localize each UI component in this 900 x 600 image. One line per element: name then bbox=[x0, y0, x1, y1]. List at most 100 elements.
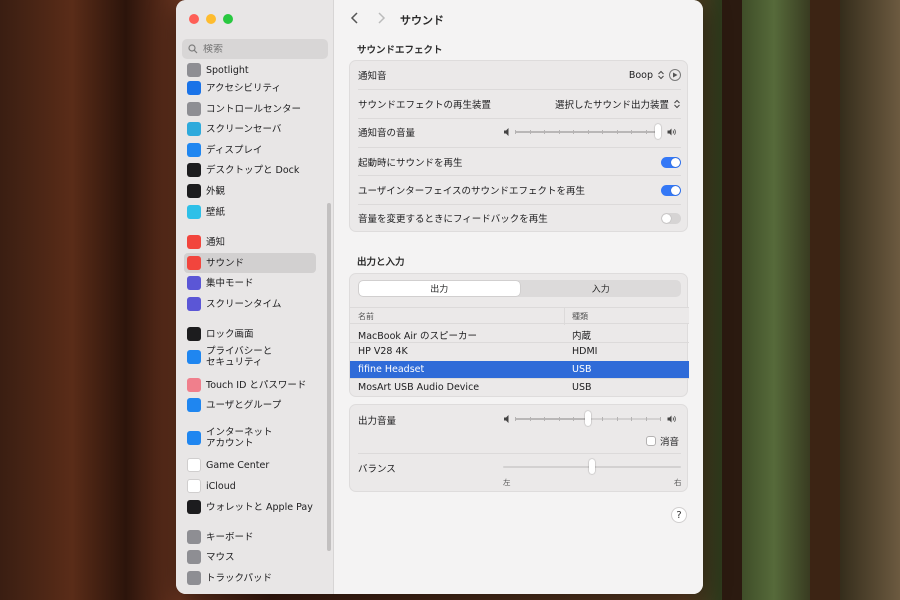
main-pane: サウンド サウンドエフェクト 通知音 Boop サウンドエフェクトの再生装置 選… bbox=[334, 0, 703, 594]
slider-thumb[interactable] bbox=[589, 459, 595, 474]
sidebar-item[interactable]: 集中モード bbox=[184, 273, 316, 293]
slider-fill bbox=[515, 418, 588, 420]
output-device-row: サウンドエフェクトの再生装置 選択したサウンド出力装置 bbox=[350, 90, 689, 118]
sidebar-item[interactable]: ユーザとグループ bbox=[184, 395, 316, 415]
desktop-dock-icon bbox=[187, 163, 201, 177]
device-table-header: 名前 種類 bbox=[350, 307, 689, 325]
sidebar-item-label: トラックパッド bbox=[206, 572, 273, 584]
sidebar-item-label: スクリーンセーバ bbox=[206, 123, 282, 135]
mute-label: 消音 bbox=[659, 437, 679, 448]
tab-output[interactable]: 出力 bbox=[359, 281, 520, 296]
sidebar-item-label: コントロールセンター bbox=[206, 103, 302, 115]
toolbar: サウンド bbox=[334, 0, 703, 36]
output-volume-label: 出力音量 bbox=[358, 416, 397, 427]
balance-label: バランス bbox=[358, 464, 396, 475]
slider-thumb[interactable] bbox=[585, 411, 591, 426]
play-button[interactable] bbox=[669, 69, 681, 81]
sidebar-item-label: アクセシビリティ bbox=[206, 82, 281, 94]
wallpaper-icon bbox=[187, 205, 201, 219]
device-name-cell: fifine Headset bbox=[358, 364, 425, 375]
sidebar-item[interactable]: ウォレットと Apple Pay bbox=[184, 497, 316, 517]
table-row[interactable]: fifine Headset USB bbox=[350, 361, 689, 378]
sidebar-item[interactable]: サウンド bbox=[184, 253, 316, 273]
table-row[interactable]: HP V28 4K HDMI bbox=[350, 342, 689, 360]
search-field[interactable] bbox=[182, 39, 328, 59]
sidebar-item[interactable]: ディスプレイ bbox=[184, 140, 316, 160]
sidebar-item-label: デスクトップと Dock bbox=[206, 164, 300, 176]
sidebar-item[interactable]: Spotlight bbox=[184, 60, 316, 80]
forward-chevron-icon[interactable] bbox=[374, 11, 388, 25]
sidebar-item[interactable]: iCloud bbox=[184, 476, 316, 496]
sidebar-item[interactable]: 壁紙 bbox=[184, 202, 316, 222]
close-button[interactable] bbox=[189, 14, 199, 24]
alert-volume-slider[interactable] bbox=[515, 124, 661, 139]
sidebar-item[interactable]: スクリーンタイム bbox=[184, 294, 316, 314]
slider-thumb[interactable] bbox=[655, 124, 661, 139]
sidebar-item[interactable]: 通知 bbox=[184, 232, 316, 252]
lock-screen-icon bbox=[187, 327, 201, 341]
mute-checkbox[interactable] bbox=[645, 436, 656, 446]
sidebar-scrollbar[interactable] bbox=[327, 203, 331, 551]
column-header-name[interactable]: 名前 bbox=[358, 311, 374, 322]
users-groups-icon bbox=[187, 398, 201, 412]
table-row[interactable]: MacBook Air のスピーカー 内蔵 bbox=[350, 325, 689, 342]
notifications-icon bbox=[187, 235, 201, 249]
volume-feedback-label: 音量を変更するときにフィードバックを再生 bbox=[358, 214, 548, 225]
sidebar-item[interactable]: キーボード bbox=[184, 527, 316, 547]
balance-slider[interactable] bbox=[503, 459, 681, 474]
startup-sound-label: 起動時にサウンドを再生 bbox=[358, 158, 463, 169]
sidebar-item-label: キーボード bbox=[206, 531, 254, 543]
device-type-cell: HDMI bbox=[572, 346, 598, 357]
sidebar-item-label: ディスプレイ bbox=[206, 144, 263, 156]
search-input[interactable] bbox=[203, 43, 313, 55]
startup-sound-toggle[interactable] bbox=[661, 156, 681, 168]
sidebar-item[interactable]: スクリーンセーバ bbox=[184, 119, 316, 139]
screensaver-icon bbox=[187, 122, 201, 136]
help-button[interactable]: ? bbox=[671, 507, 687, 523]
output-device-select[interactable]: 選択したサウンド出力装置 bbox=[555, 97, 681, 111]
sidebar-item[interactable]: Touch ID とパスワード bbox=[184, 375, 316, 395]
slider-tick bbox=[645, 417, 647, 421]
control-center-icon bbox=[187, 102, 201, 116]
startup-sound-row: 起動時にサウンドを再生 bbox=[350, 148, 689, 176]
output-device-label: サウンドエフェクトの再生装置 bbox=[358, 100, 492, 111]
sidebar-item[interactable]: プライバシーと セキュリティ bbox=[184, 344, 316, 370]
device-type-cell: USB bbox=[572, 382, 592, 393]
column-header-type[interactable]: 種類 bbox=[572, 311, 588, 322]
table-row[interactable]: MosArt USB Audio Device USB bbox=[350, 378, 689, 396]
sidebar-item[interactable]: コントロールセンター bbox=[184, 99, 316, 119]
back-chevron-icon[interactable] bbox=[348, 11, 362, 25]
sidebar-item-label: 壁紙 bbox=[206, 206, 226, 218]
sidebar-item[interactable]: マウス bbox=[184, 547, 316, 567]
sidebar-item[interactable]: デスクトップと Dock bbox=[184, 160, 316, 180]
speaker-high-icon bbox=[667, 128, 676, 136]
slider-tick bbox=[573, 417, 574, 421]
output-volume-slider[interactable] bbox=[515, 411, 661, 426]
alert-sound-row: 通知音 Boop bbox=[350, 61, 689, 89]
sidebar-item[interactable]: インターネット アカウント bbox=[184, 425, 316, 451]
play-icon bbox=[673, 72, 678, 78]
mute-control[interactable]: 消音 bbox=[645, 434, 679, 448]
ui-effects-toggle[interactable] bbox=[661, 184, 681, 196]
accessibility-icon bbox=[187, 81, 201, 95]
zoom-button[interactable] bbox=[223, 14, 233, 24]
slider-tick bbox=[587, 130, 589, 134]
device-name-cell: MosArt USB Audio Device bbox=[358, 382, 480, 393]
sidebar-item[interactable]: アクセシビリティ bbox=[184, 78, 316, 98]
display-icon bbox=[187, 143, 201, 157]
mouse-icon bbox=[187, 550, 201, 564]
tab-input[interactable]: 入力 bbox=[521, 280, 682, 297]
volume-feedback-toggle[interactable] bbox=[661, 212, 681, 224]
sidebar-item[interactable]: 外観 bbox=[184, 181, 316, 201]
alert-sound-select[interactable]: Boop bbox=[629, 69, 681, 81]
sidebar: Spotlight アクセシビリティコントロールセンタースクリーンセーバディスプレ… bbox=[176, 0, 334, 594]
slider-tick bbox=[515, 417, 516, 421]
sidebar-item-label: 集中モード bbox=[206, 277, 254, 289]
sidebar-item[interactable]: Game Center bbox=[184, 455, 316, 475]
speaker-low-icon bbox=[504, 415, 509, 423]
minimize-button[interactable] bbox=[206, 14, 216, 24]
slider-tick bbox=[631, 417, 632, 421]
sidebar-item[interactable]: ロック画面 bbox=[184, 324, 316, 344]
sidebar-item[interactable]: トラックパッド bbox=[184, 568, 316, 588]
output-device-value: 選択したサウンド出力装置 bbox=[554, 100, 669, 111]
